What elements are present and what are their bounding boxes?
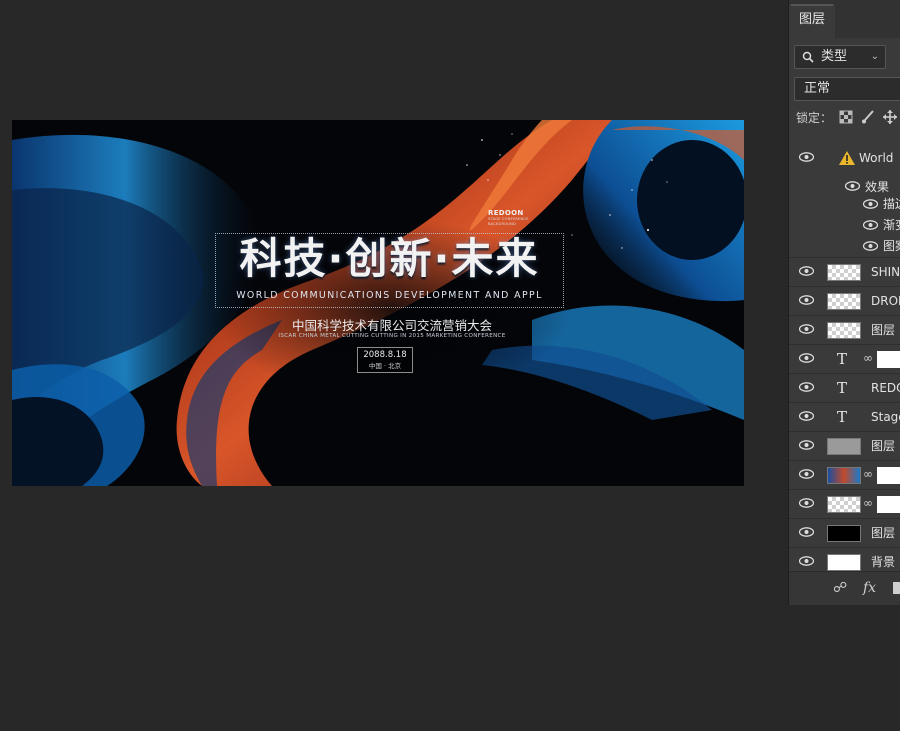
add-mask-icon[interactable] — [893, 582, 900, 594]
layer-name: DROP — [871, 294, 900, 308]
layer-thumbnail — [827, 554, 861, 571]
effect-row-pattern[interactable]: 图案 — [863, 236, 900, 257]
date-badge: 2088.8.18 中国 · 北京 — [357, 347, 413, 373]
layer-thumbnail — [827, 293, 861, 310]
eye-icon[interactable] — [799, 382, 814, 392]
subtitle: WORLD COMMUNICATIONS DEVELOPMENT AND APP… — [236, 290, 543, 301]
tab-layers[interactable]: 图层 — [789, 4, 835, 38]
layer-name: 图层 — [871, 439, 896, 453]
event-date: 2088.8.18 — [363, 350, 407, 360]
eye-icon[interactable] — [799, 498, 814, 508]
link-icon: ∞ — [863, 467, 873, 481]
layer-thumbnail — [827, 322, 861, 339]
eye-icon[interactable] — [799, 527, 814, 537]
layers-list: World 效果 描边 渐变 图案 SHINI DROP — [789, 128, 900, 571]
layer-mask-thumbnail — [877, 351, 900, 368]
layer-row[interactable]: DROP — [789, 286, 900, 315]
eye-icon[interactable] — [799, 353, 814, 363]
effect-row-gradient[interactable]: 渐变 — [863, 215, 900, 236]
link-layers-icon[interactable]: ☍ — [833, 580, 847, 596]
brand-title: REDOON — [488, 209, 524, 217]
layer-name: 图层 — [871, 323, 896, 337]
eye-icon[interactable] — [799, 440, 814, 450]
company-name-cn: 中国科学技术有限公司交流营销大会 — [291, 318, 492, 333]
link-icon: ∞ — [863, 496, 873, 510]
effect-row-stroke[interactable]: 描边 — [863, 194, 900, 215]
layer-row[interactable]: 图层 — [789, 431, 900, 460]
eye-icon[interactable] — [799, 556, 814, 566]
effect-name: 图案 — [883, 239, 900, 253]
filter-label: 类型 — [821, 49, 848, 64]
lock-transparent-pixels-icon[interactable] — [839, 110, 853, 124]
layer-name: SHINI — [871, 265, 900, 279]
layer-name: REDO — [871, 381, 900, 395]
eye-icon[interactable] — [799, 324, 814, 334]
document-canvas[interactable]: REDOON STAGE CONFERENCE BACKGROUND 科技·创新… — [12, 120, 744, 486]
brand-line-2: BACKGROUND — [488, 221, 516, 226]
layers-footer: ☍ fx — [789, 571, 900, 605]
fx-icon[interactable]: fx — [863, 580, 876, 596]
eye-icon[interactable] — [799, 152, 814, 162]
warning-icon — [839, 151, 855, 165]
layer-name: World — [859, 151, 894, 165]
layer-thumbnail — [827, 496, 861, 513]
text-layer-icon: T — [837, 350, 848, 368]
move-icon[interactable] — [883, 110, 897, 124]
layers-panel: 图层 类型 ⌄ 正常 锁定： World 效果 描边 — [788, 0, 900, 605]
eye-icon[interactable] — [863, 241, 878, 251]
layer-thumbnail — [827, 467, 861, 484]
eye-icon[interactable] — [863, 199, 878, 209]
layer-row[interactable]: 图层 — [789, 315, 900, 344]
layer-row[interactable]: T ∞ — [789, 344, 900, 373]
eye-icon[interactable] — [845, 181, 860, 191]
layer-row[interactable]: 图层 — [789, 518, 900, 547]
layer-row[interactable]: T REDO — [789, 373, 900, 402]
brush-icon[interactable] — [861, 110, 875, 124]
eye-icon[interactable] — [799, 266, 814, 276]
layer-thumbnail — [827, 438, 861, 455]
effect-name: 描边 — [883, 197, 900, 211]
chevron-down-icon: ⌄ — [870, 51, 879, 62]
panel-tabbar: 图层 — [789, 0, 900, 38]
headline: 科技·创新·未来 — [239, 234, 540, 283]
layer-thumbnail — [827, 525, 861, 542]
blend-mode-select[interactable]: 正常 — [794, 77, 900, 101]
layer-row[interactable]: ∞ — [789, 460, 900, 489]
brand-mark: REDOON STAGE CONFERENCE BACKGROUND — [488, 210, 558, 226]
text-layer-icon: T — [837, 379, 848, 397]
layer-row[interactable]: T Stage — [789, 402, 900, 431]
eye-icon[interactable] — [863, 220, 878, 230]
layer-row[interactable]: ∞ — [789, 489, 900, 518]
search-icon — [802, 51, 814, 63]
company-name-en: ISCAR CHINA METAL CUTTING CUTTING IN 201… — [278, 333, 506, 339]
eye-icon[interactable] — [799, 469, 814, 479]
layer-name: 图层 — [871, 526, 896, 540]
layer-row[interactable]: SHINI — [789, 257, 900, 286]
layer-row[interactable]: World — [789, 144, 900, 173]
layer-thumbnail — [827, 264, 861, 281]
layer-name: Stage — [871, 410, 900, 424]
layer-mask-thumbnail — [877, 467, 900, 484]
layer-filter-dropdown[interactable]: 类型 ⌄ — [794, 45, 886, 69]
lock-label: 锁定： — [796, 111, 833, 125]
eye-icon[interactable] — [799, 295, 814, 305]
eye-icon[interactable] — [799, 411, 814, 421]
link-icon: ∞ — [863, 351, 873, 365]
layer-mask-thumbnail — [877, 496, 900, 513]
text-layer-icon: T — [837, 408, 848, 426]
event-location: 中国 · 北京 — [368, 361, 402, 370]
effect-name: 渐变 — [883, 218, 900, 232]
